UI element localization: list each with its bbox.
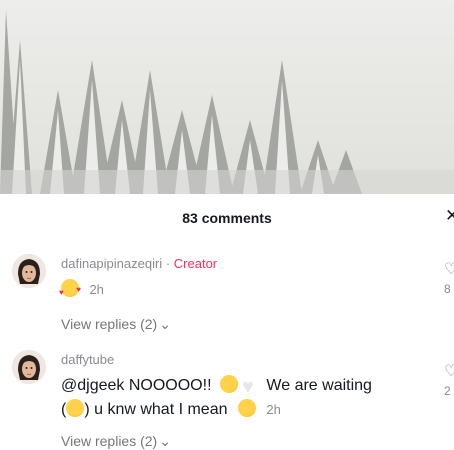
view-replies-label: View replies (2) bbox=[61, 433, 158, 449]
view-replies-button[interactable]: View replies (2) ⌄ bbox=[61, 433, 171, 450]
view-replies-button[interactable]: View replies (2) ⌄ bbox=[61, 316, 171, 333]
creator-badge: Creator bbox=[173, 256, 218, 271]
comment-username[interactable]: daffytube bbox=[61, 352, 114, 367]
smiling-face-with-hearts-icon: ♥ ♥ bbox=[59, 279, 81, 297]
white-heart-icon: ♥ bbox=[242, 376, 254, 398]
comment-time: 2h bbox=[89, 282, 104, 297]
baby-chick-icon bbox=[66, 399, 85, 417]
comments-sheet: 83 comments ✕ dafinapipinazeqiri · Creat… bbox=[0, 194, 454, 449]
like-area[interactable]: ♡ 8 bbox=[444, 262, 454, 297]
chevron-down-icon: ⌄ bbox=[159, 316, 171, 332]
comment-text-part: We are waiting bbox=[266, 377, 372, 394]
comment-line-2: () u knw what I mean 2h bbox=[61, 398, 372, 422]
comments-header: 83 comments ✕ bbox=[0, 194, 454, 242]
video-preview[interactable] bbox=[0, 0, 454, 194]
comment-text-part: ) u knw what I mean bbox=[84, 401, 228, 418]
username-text[interactable]: dafinapipinazeqiri bbox=[61, 256, 162, 271]
avatar[interactable] bbox=[12, 350, 46, 384]
like-count: 8 bbox=[444, 282, 451, 296]
comment-time: 2h bbox=[266, 402, 281, 417]
close-icon[interactable]: ✕ bbox=[445, 206, 454, 226]
like-count: 2 bbox=[444, 384, 451, 398]
comment-username[interactable]: dafinapipinazeqiri · Creator bbox=[61, 256, 217, 271]
comment-body: ♥ ♥ 2h bbox=[59, 278, 104, 302]
comment-count: 83 comments bbox=[182, 210, 272, 226]
view-replies-label: View replies (2) bbox=[61, 316, 158, 332]
comment-body: @djgeek NOOOOO!! ♥ We are waiting () u k… bbox=[61, 372, 372, 422]
comment-line-1: @djgeek NOOOOO!! ♥ We are waiting bbox=[61, 372, 372, 398]
like-area[interactable]: ♡ 2 bbox=[444, 364, 454, 399]
comment-text-part: @djgeek NOOOOO!! bbox=[61, 377, 212, 394]
snowy-forest-image bbox=[0, 0, 454, 194]
separator: · bbox=[165, 256, 171, 271]
avatar[interactable] bbox=[12, 254, 46, 288]
heart-outline-icon[interactable]: ♡ bbox=[444, 364, 454, 380]
smirking-face-icon bbox=[237, 399, 256, 417]
heart-outline-icon[interactable]: ♡ bbox=[444, 262, 454, 278]
chevron-down-icon: ⌄ bbox=[159, 433, 171, 449]
